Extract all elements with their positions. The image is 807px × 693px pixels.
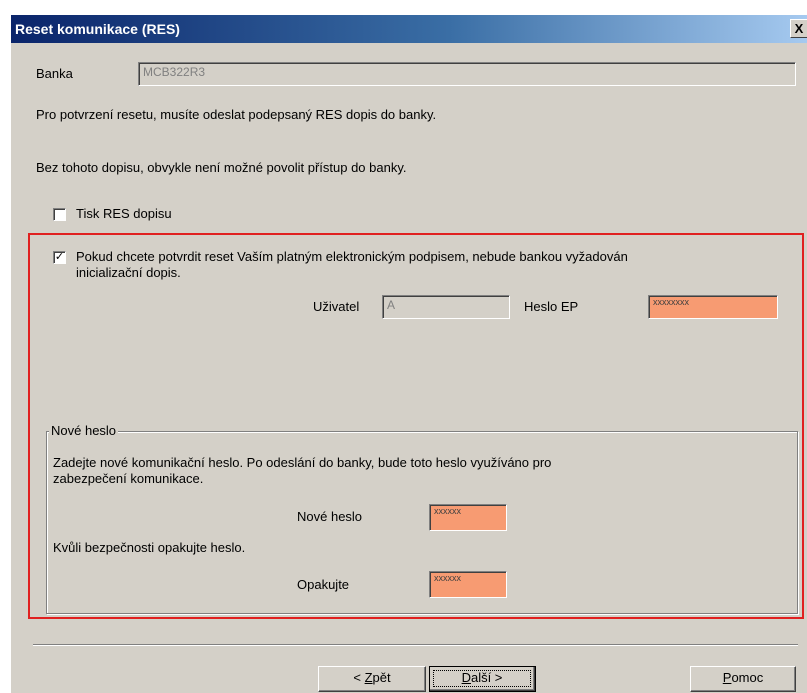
bank-field: MCB322R3 (138, 62, 796, 86)
new-password-desc-line-1: Zadejte nové komunikační heslo. Po odesl… (53, 455, 552, 470)
help-button[interactable]: Pomoc (690, 666, 796, 692)
next-button-label: alší > (470, 670, 503, 685)
user-label: Uživatel (313, 299, 360, 314)
password-ep-field[interactable]: xxxxxxxx (648, 295, 778, 319)
repeat-password-field[interactable]: xxxxxx (429, 571, 507, 598)
help-button-label: omoc (731, 670, 764, 685)
print-res-label[interactable]: Tisk RES dopisu (76, 206, 172, 222)
back-button-label: pět (372, 670, 391, 685)
title-bar[interactable]: Reset komunikace (RES) X (11, 15, 807, 43)
repeat-password-label: Opakujte (297, 577, 350, 592)
new-password-label: Nové heslo (297, 509, 363, 524)
button-separator (33, 644, 798, 646)
close-button[interactable]: X (790, 19, 807, 38)
checkmark-icon: ✓ (54, 251, 65, 263)
signature-text-line-1[interactable]: Pokud chcete potvrdit reset Vaším platný… (76, 249, 628, 265)
signature-text-line-2[interactable]: inicializační dopis. (76, 265, 181, 281)
print-res-checkbox[interactable] (53, 208, 66, 221)
new-password-group-title: Nové heslo (49, 423, 119, 439)
signature-checkbox[interactable]: ✓ (53, 251, 66, 264)
new-password-field[interactable]: xxxxxx (429, 504, 507, 531)
repeat-password-hint: Kvůli bezpečnosti opakujte heslo. (53, 540, 246, 555)
bank-label: Banka (36, 66, 73, 81)
back-button[interactable]: < Zpět (318, 666, 426, 692)
back-button-prefix: < (353, 670, 365, 685)
new-password-desc-line-2: zabezpečení komunikace. (53, 471, 204, 486)
info-line-2: Bez tohoto dopisu, obvykle není možné po… (36, 160, 407, 175)
info-line-1: Pro potvrzení resetu, musíte odeslat pod… (36, 107, 437, 122)
reset-dialog: Reset komunikace (RES) X Banka MCB322R3 … (10, 15, 807, 693)
user-field: A (382, 295, 510, 319)
back-button-accesskey: Z (364, 670, 373, 685)
next-button-accesskey: D (461, 670, 471, 685)
close-icon: X (794, 21, 804, 36)
dialog-title: Reset komunikace (RES) (15, 21, 180, 37)
password-ep-label: Heslo EP (524, 299, 579, 314)
next-button[interactable]: Další > (429, 666, 536, 692)
